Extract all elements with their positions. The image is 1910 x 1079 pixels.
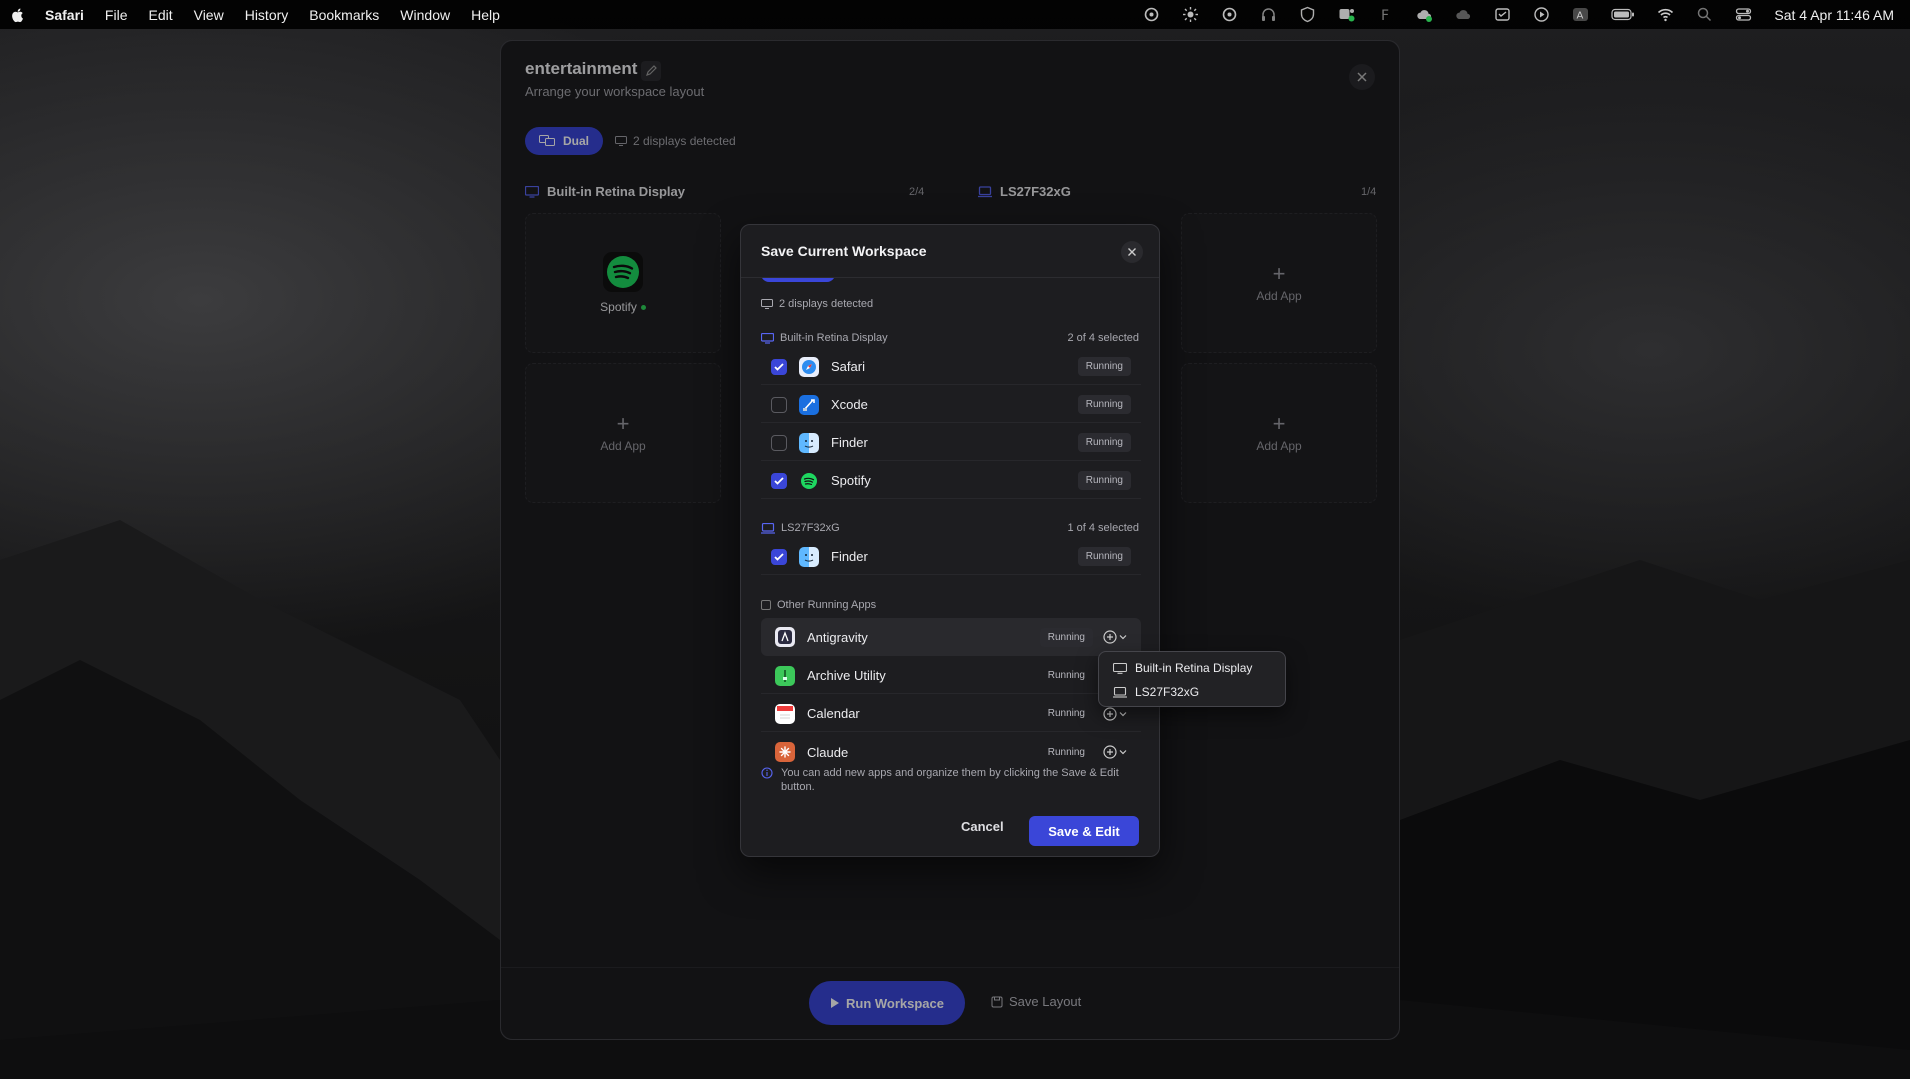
cancel-button[interactable]: Cancel: [961, 819, 1004, 834]
dropdown-option-external[interactable]: LS27F32xG: [1113, 682, 1199, 702]
close-icon: [1128, 248, 1136, 256]
app-row-claude[interactable]: Claude Running: [761, 734, 1141, 770]
focus-icon[interactable]: [1221, 6, 1238, 23]
status-badge: Running: [1047, 746, 1085, 758]
menu-app-name[interactable]: Safari: [45, 7, 84, 23]
plus-circle-icon: [1103, 706, 1117, 721]
status-badge: Running: [1047, 708, 1085, 719]
finder-icon: [799, 432, 819, 453]
check-icon: [774, 476, 784, 485]
battery-icon[interactable]: [1611, 6, 1635, 23]
wifi-icon[interactable]: [1657, 6, 1674, 23]
plus-circle-icon: [1103, 745, 1117, 759]
check-icon: [774, 362, 784, 371]
app-row-xcode[interactable]: Xcode Running: [761, 387, 1141, 423]
square-icon: [761, 600, 771, 610]
menu-history[interactable]: History: [245, 7, 289, 23]
laptop-icon: [1113, 686, 1127, 698]
brightness-icon[interactable]: [1182, 6, 1199, 23]
app-row-antigravity[interactable]: Antigravity Running: [761, 618, 1141, 656]
app-checkbox[interactable]: [771, 396, 787, 413]
headphones-icon[interactable]: [1260, 6, 1277, 23]
dialog-title: Save Current Workspace: [761, 243, 927, 259]
section-external-display: LS27F32xG: [761, 522, 840, 534]
displays-detected-note: 2 displays detected: [761, 298, 873, 310]
add-to-display-button[interactable]: [1103, 745, 1127, 759]
app-checkbox[interactable]: [771, 548, 787, 565]
info-icon: [761, 767, 773, 779]
shield-icon[interactable]: [1299, 6, 1316, 23]
cloud-icon[interactable]: [1416, 6, 1433, 23]
section-selected-count: 2 of 4 selected: [1067, 332, 1139, 344]
menu-bookmarks[interactable]: Bookmarks: [309, 7, 379, 23]
info-note: You can add new apps and organize them b…: [761, 766, 1141, 794]
status-badge: Running: [1077, 395, 1131, 414]
monitor-icon: [761, 299, 773, 309]
focus-icon[interactable]: [1143, 6, 1160, 23]
dialog-scroll-area[interactable]: 2 displays detected Built-in Retina Disp…: [741, 278, 1159, 770]
display-picker-dropdown: Built-in Retina Display LS27F32xG: [1098, 651, 1286, 707]
section-selected-count: 1 of 4 selected: [1067, 522, 1139, 534]
add-to-display-button[interactable]: [1103, 630, 1127, 644]
menu-help[interactable]: Help: [471, 7, 500, 23]
status-badge: Running: [1039, 627, 1093, 647]
safari-icon: [799, 356, 819, 377]
save-edit-button[interactable]: Save & Edit: [1029, 816, 1139, 846]
archive-utility-icon: [775, 665, 795, 686]
menu-file[interactable]: File: [105, 7, 128, 23]
app-checkbox[interactable]: [771, 434, 787, 451]
add-to-display-button[interactable]: [1103, 706, 1127, 721]
status-badge: Running: [1047, 670, 1085, 681]
laptop-icon: [761, 522, 775, 534]
status-badge: Running: [1077, 357, 1131, 376]
status-badge: Running: [1077, 471, 1131, 490]
chevron-down-icon: [1119, 635, 1127, 640]
menu-window[interactable]: Window: [400, 7, 450, 23]
spotify-icon: [799, 471, 819, 491]
svg-text:F: F: [1381, 8, 1389, 23]
box-icon[interactable]: [1494, 6, 1511, 23]
plus-circle-icon: [1103, 630, 1117, 644]
search-icon[interactable]: [1696, 6, 1713, 23]
menu-edit[interactable]: Edit: [148, 7, 172, 23]
app-checkbox[interactable]: [771, 472, 787, 489]
app-checkbox[interactable]: [771, 358, 787, 375]
apple-icon[interactable]: [9, 6, 27, 24]
app-row-spotify[interactable]: Spotify Running: [761, 463, 1141, 499]
antigravity-icon: [775, 627, 795, 647]
finder-icon: [799, 546, 819, 567]
calendar-icon: [775, 703, 795, 724]
cloud-icon[interactable]: [1455, 6, 1472, 23]
monitor-icon: [1113, 662, 1127, 674]
f-icon[interactable]: F: [1377, 6, 1394, 23]
chevron-down-icon: [1119, 711, 1127, 716]
chevron-down-icon: [1119, 750, 1127, 755]
status-badge: Running: [1077, 433, 1131, 452]
menu-bar: Safari File Edit View History Bookmarks …: [0, 0, 1910, 29]
dual-mode-button[interactable]: [761, 278, 835, 282]
teams-icon[interactable]: [1338, 6, 1355, 23]
monitor-icon: [761, 332, 774, 344]
menu-view[interactable]: View: [194, 7, 224, 23]
app-row-calendar[interactable]: Calendar Running: [761, 696, 1141, 732]
svg-text:A: A: [1577, 11, 1584, 22]
check-icon: [774, 552, 784, 561]
play-icon[interactable]: [1533, 6, 1550, 23]
status-badge: Running: [1077, 547, 1131, 566]
section-other-apps: Other Running Apps: [761, 599, 876, 611]
control-center-icon[interactable]: [1735, 6, 1752, 23]
app-row-safari[interactable]: Safari Running: [761, 349, 1141, 385]
menu-clock[interactable]: Sat 4 Apr 11:46 AM: [1774, 7, 1894, 23]
dropdown-option-builtin[interactable]: Built-in Retina Display: [1113, 658, 1252, 678]
app-row-archive-utility[interactable]: Archive Utility Running: [761, 658, 1141, 694]
section-builtin-display: Built-in Retina Display: [761, 332, 888, 344]
save-workspace-dialog: Save Current Workspace 2 displays detect…: [740, 224, 1160, 857]
dialog-close-button[interactable]: [1121, 241, 1143, 263]
a-icon[interactable]: A: [1572, 6, 1589, 23]
xcode-icon: [799, 394, 819, 415]
app-row-finder[interactable]: Finder Running: [761, 539, 1141, 575]
claude-icon: [775, 742, 795, 762]
app-row-finder[interactable]: Finder Running: [761, 425, 1141, 461]
